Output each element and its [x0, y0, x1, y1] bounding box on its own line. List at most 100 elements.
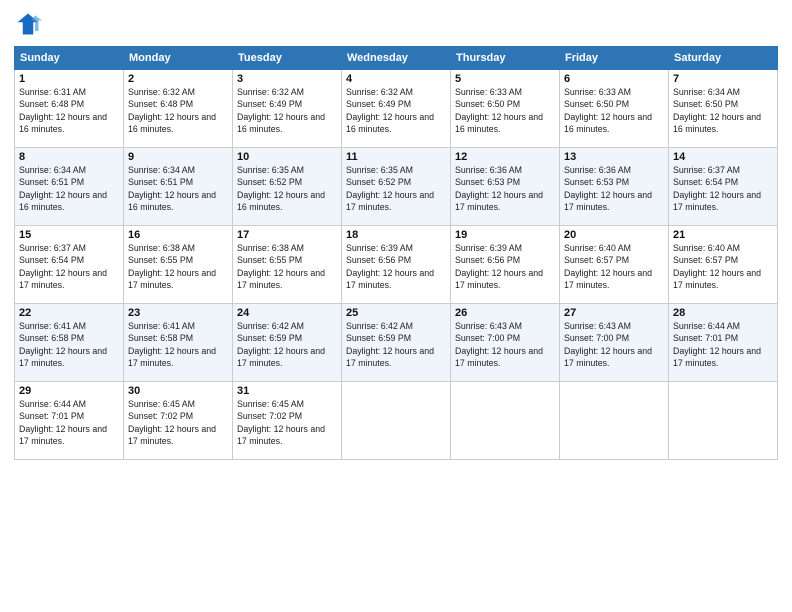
calendar-header-saturday: Saturday — [669, 47, 778, 70]
calendar-cell: 19Sunrise: 6:39 AMSunset: 6:56 PMDayligh… — [451, 226, 560, 304]
calendar-cell: 10Sunrise: 6:35 AMSunset: 6:52 PMDayligh… — [233, 148, 342, 226]
day-info: Sunrise: 6:35 AMSunset: 6:52 PMDaylight:… — [346, 164, 446, 213]
day-number: 10 — [237, 151, 337, 163]
calendar-cell: 8Sunrise: 6:34 AMSunset: 6:51 PMDaylight… — [15, 148, 124, 226]
day-number: 5 — [455, 73, 555, 85]
day-info: Sunrise: 6:37 AMSunset: 6:54 PMDaylight:… — [19, 242, 119, 291]
day-info: Sunrise: 6:32 AMSunset: 6:48 PMDaylight:… — [128, 86, 228, 135]
day-info: Sunrise: 6:40 AMSunset: 6:57 PMDaylight:… — [564, 242, 664, 291]
day-number: 19 — [455, 229, 555, 241]
calendar-cell: 29Sunrise: 6:44 AMSunset: 7:01 PMDayligh… — [15, 382, 124, 460]
day-info: Sunrise: 6:37 AMSunset: 6:54 PMDaylight:… — [673, 164, 773, 213]
calendar-cell: 14Sunrise: 6:37 AMSunset: 6:54 PMDayligh… — [669, 148, 778, 226]
day-info: Sunrise: 6:35 AMSunset: 6:52 PMDaylight:… — [237, 164, 337, 213]
calendar-cell — [669, 382, 778, 460]
day-number: 12 — [455, 151, 555, 163]
day-number: 24 — [237, 307, 337, 319]
day-info: Sunrise: 6:42 AMSunset: 6:59 PMDaylight:… — [346, 320, 446, 369]
day-info: Sunrise: 6:34 AMSunset: 6:51 PMDaylight:… — [19, 164, 119, 213]
day-info: Sunrise: 6:43 AMSunset: 7:00 PMDaylight:… — [564, 320, 664, 369]
day-number: 26 — [455, 307, 555, 319]
calendar-cell — [342, 382, 451, 460]
day-info: Sunrise: 6:31 AMSunset: 6:48 PMDaylight:… — [19, 86, 119, 135]
calendar-header-row: SundayMondayTuesdayWednesdayThursdayFrid… — [15, 47, 778, 70]
day-info: Sunrise: 6:39 AMSunset: 6:56 PMDaylight:… — [346, 242, 446, 291]
day-info: Sunrise: 6:38 AMSunset: 6:55 PMDaylight:… — [237, 242, 337, 291]
day-number: 27 — [564, 307, 664, 319]
calendar-cell: 25Sunrise: 6:42 AMSunset: 6:59 PMDayligh… — [342, 304, 451, 382]
day-info: Sunrise: 6:38 AMSunset: 6:55 PMDaylight:… — [128, 242, 228, 291]
calendar-cell: 5Sunrise: 6:33 AMSunset: 6:50 PMDaylight… — [451, 70, 560, 148]
day-number: 1 — [19, 73, 119, 85]
day-number: 20 — [564, 229, 664, 241]
calendar-cell: 15Sunrise: 6:37 AMSunset: 6:54 PMDayligh… — [15, 226, 124, 304]
day-number: 21 — [673, 229, 773, 241]
calendar-header-monday: Monday — [124, 47, 233, 70]
calendar-cell: 26Sunrise: 6:43 AMSunset: 7:00 PMDayligh… — [451, 304, 560, 382]
day-info: Sunrise: 6:42 AMSunset: 6:59 PMDaylight:… — [237, 320, 337, 369]
day-number: 3 — [237, 73, 337, 85]
day-number: 17 — [237, 229, 337, 241]
calendar-cell: 6Sunrise: 6:33 AMSunset: 6:50 PMDaylight… — [560, 70, 669, 148]
day-info: Sunrise: 6:41 AMSunset: 6:58 PMDaylight:… — [128, 320, 228, 369]
day-number: 28 — [673, 307, 773, 319]
day-info: Sunrise: 6:45 AMSunset: 7:02 PMDaylight:… — [237, 398, 337, 447]
day-number: 22 — [19, 307, 119, 319]
page: SundayMondayTuesdayWednesdayThursdayFrid… — [0, 0, 792, 612]
day-number: 2 — [128, 73, 228, 85]
calendar-header-friday: Friday — [560, 47, 669, 70]
calendar-table: SundayMondayTuesdayWednesdayThursdayFrid… — [14, 46, 778, 460]
day-number: 13 — [564, 151, 664, 163]
calendar-header-thursday: Thursday — [451, 47, 560, 70]
calendar-cell: 4Sunrise: 6:32 AMSunset: 6:49 PMDaylight… — [342, 70, 451, 148]
calendar-cell — [451, 382, 560, 460]
day-number: 31 — [237, 385, 337, 397]
day-number: 29 — [19, 385, 119, 397]
day-info: Sunrise: 6:33 AMSunset: 6:50 PMDaylight:… — [455, 86, 555, 135]
calendar-cell: 31Sunrise: 6:45 AMSunset: 7:02 PMDayligh… — [233, 382, 342, 460]
day-number: 9 — [128, 151, 228, 163]
calendar-week-3: 15Sunrise: 6:37 AMSunset: 6:54 PMDayligh… — [15, 226, 778, 304]
calendar-cell: 20Sunrise: 6:40 AMSunset: 6:57 PMDayligh… — [560, 226, 669, 304]
day-number: 25 — [346, 307, 446, 319]
day-info: Sunrise: 6:40 AMSunset: 6:57 PMDaylight:… — [673, 242, 773, 291]
day-number: 8 — [19, 151, 119, 163]
calendar-header-wednesday: Wednesday — [342, 47, 451, 70]
calendar-cell — [560, 382, 669, 460]
calendar-cell: 18Sunrise: 6:39 AMSunset: 6:56 PMDayligh… — [342, 226, 451, 304]
day-info: Sunrise: 6:44 AMSunset: 7:01 PMDaylight:… — [673, 320, 773, 369]
calendar-cell: 11Sunrise: 6:35 AMSunset: 6:52 PMDayligh… — [342, 148, 451, 226]
calendar-cell: 12Sunrise: 6:36 AMSunset: 6:53 PMDayligh… — [451, 148, 560, 226]
calendar-header-tuesday: Tuesday — [233, 47, 342, 70]
calendar-cell: 21Sunrise: 6:40 AMSunset: 6:57 PMDayligh… — [669, 226, 778, 304]
day-number: 18 — [346, 229, 446, 241]
header — [14, 10, 778, 38]
day-info: Sunrise: 6:41 AMSunset: 6:58 PMDaylight:… — [19, 320, 119, 369]
calendar-week-4: 22Sunrise: 6:41 AMSunset: 6:58 PMDayligh… — [15, 304, 778, 382]
calendar-cell: 23Sunrise: 6:41 AMSunset: 6:58 PMDayligh… — [124, 304, 233, 382]
calendar-week-5: 29Sunrise: 6:44 AMSunset: 7:01 PMDayligh… — [15, 382, 778, 460]
day-info: Sunrise: 6:34 AMSunset: 6:50 PMDaylight:… — [673, 86, 773, 135]
day-number: 23 — [128, 307, 228, 319]
day-info: Sunrise: 6:33 AMSunset: 6:50 PMDaylight:… — [564, 86, 664, 135]
day-number: 11 — [346, 151, 446, 163]
day-info: Sunrise: 6:43 AMSunset: 7:00 PMDaylight:… — [455, 320, 555, 369]
calendar-cell: 24Sunrise: 6:42 AMSunset: 6:59 PMDayligh… — [233, 304, 342, 382]
day-number: 7 — [673, 73, 773, 85]
day-number: 14 — [673, 151, 773, 163]
calendar-week-2: 8Sunrise: 6:34 AMSunset: 6:51 PMDaylight… — [15, 148, 778, 226]
calendar-cell: 16Sunrise: 6:38 AMSunset: 6:55 PMDayligh… — [124, 226, 233, 304]
calendar-cell: 27Sunrise: 6:43 AMSunset: 7:00 PMDayligh… — [560, 304, 669, 382]
day-info: Sunrise: 6:36 AMSunset: 6:53 PMDaylight:… — [455, 164, 555, 213]
logo-icon — [14, 10, 42, 38]
day-info: Sunrise: 6:44 AMSunset: 7:01 PMDaylight:… — [19, 398, 119, 447]
day-info: Sunrise: 6:32 AMSunset: 6:49 PMDaylight:… — [237, 86, 337, 135]
calendar-cell: 1Sunrise: 6:31 AMSunset: 6:48 PMDaylight… — [15, 70, 124, 148]
day-info: Sunrise: 6:36 AMSunset: 6:53 PMDaylight:… — [564, 164, 664, 213]
day-info: Sunrise: 6:34 AMSunset: 6:51 PMDaylight:… — [128, 164, 228, 213]
day-number: 30 — [128, 385, 228, 397]
calendar-cell: 22Sunrise: 6:41 AMSunset: 6:58 PMDayligh… — [15, 304, 124, 382]
day-number: 6 — [564, 73, 664, 85]
calendar-week-1: 1Sunrise: 6:31 AMSunset: 6:48 PMDaylight… — [15, 70, 778, 148]
logo — [14, 10, 46, 38]
